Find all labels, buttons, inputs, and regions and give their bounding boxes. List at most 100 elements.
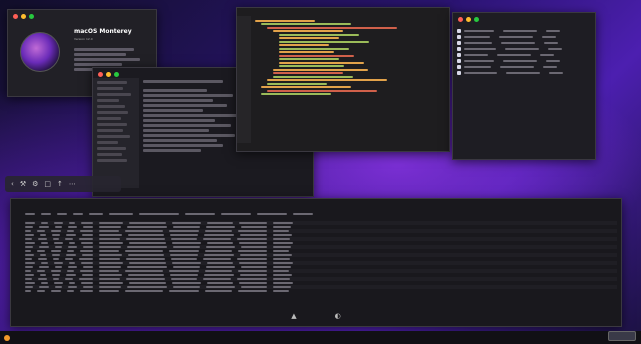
table-cell xyxy=(172,262,201,264)
table-cell xyxy=(69,282,75,284)
window-controls[interactable] xyxy=(98,72,119,77)
table-cell xyxy=(99,290,119,292)
list-item[interactable] xyxy=(457,41,591,45)
os-version: Version 12.0 xyxy=(74,37,93,41)
half-circle-icon[interactable]: ◐ xyxy=(335,312,341,320)
table-header[interactable] xyxy=(25,213,617,218)
table-cell xyxy=(273,238,290,240)
zoom-button[interactable] xyxy=(29,14,34,19)
code-editor-window[interactable] xyxy=(236,7,450,152)
sidebar[interactable] xyxy=(93,78,139,188)
line-gutter xyxy=(237,16,251,143)
list-item[interactable] xyxy=(457,47,591,51)
table-cell xyxy=(83,226,93,228)
table-cell xyxy=(25,242,35,244)
table-cell xyxy=(82,234,93,236)
list-item[interactable] xyxy=(457,53,591,57)
minimize-button[interactable] xyxy=(106,72,111,77)
share-icon[interactable]: ↑ xyxy=(57,180,63,188)
bottom-bar xyxy=(0,331,641,344)
process-table-window[interactable]: ▲ ◐ xyxy=(10,198,622,327)
table-cell xyxy=(207,262,233,264)
close-button[interactable] xyxy=(13,14,18,19)
table-body[interactable] xyxy=(25,221,617,302)
table-cell xyxy=(25,262,35,264)
minimize-button[interactable] xyxy=(466,17,471,22)
table-cell xyxy=(125,270,163,272)
table-cell xyxy=(67,290,74,292)
table-cell xyxy=(65,278,73,280)
file-icon xyxy=(457,41,461,45)
list-item[interactable] xyxy=(457,65,591,69)
table-cell xyxy=(39,246,49,248)
tools-icon[interactable]: ⚒ xyxy=(20,180,26,188)
file-icon xyxy=(457,65,461,69)
table-cell xyxy=(69,222,75,224)
minimize-button[interactable] xyxy=(21,14,26,19)
table-cell xyxy=(273,282,293,284)
table-cell xyxy=(99,282,123,284)
window-controls[interactable] xyxy=(458,17,479,22)
list-item[interactable] xyxy=(457,29,591,33)
table-cell xyxy=(207,282,233,284)
badge-icon[interactable] xyxy=(608,331,636,341)
window-controls[interactable] xyxy=(13,14,34,19)
table-cell xyxy=(68,266,77,268)
table-cell xyxy=(172,242,201,244)
finder-window[interactable] xyxy=(452,12,596,160)
table-cell xyxy=(99,226,121,228)
file-icon xyxy=(457,59,461,63)
table-row[interactable] xyxy=(25,289,617,293)
macos-logo-icon xyxy=(20,32,60,72)
table-cell xyxy=(273,234,292,236)
table-cell xyxy=(40,254,46,256)
table-cell xyxy=(79,238,93,240)
list-item[interactable] xyxy=(457,35,591,39)
table-cell xyxy=(52,274,60,276)
triangle-icon[interactable]: ▲ xyxy=(291,312,296,320)
table-cell xyxy=(240,254,267,256)
table-cell xyxy=(241,226,267,228)
trash-icon[interactable]: □ xyxy=(44,180,51,188)
table-cell xyxy=(25,226,33,228)
table-cell xyxy=(80,270,93,272)
gear-icon[interactable]: ⚙ xyxy=(32,180,38,188)
table-cell xyxy=(273,258,290,260)
table-cell xyxy=(79,278,93,280)
table-cell xyxy=(207,242,233,244)
table-cell xyxy=(273,242,293,244)
code-area[interactable] xyxy=(255,18,445,141)
close-button[interactable] xyxy=(98,72,103,77)
table-cell xyxy=(67,270,74,272)
table-cell xyxy=(54,242,63,244)
table-cell xyxy=(99,242,123,244)
table-cell xyxy=(83,266,93,268)
file-icon xyxy=(457,53,461,57)
zoom-button[interactable] xyxy=(114,72,119,77)
table-cell xyxy=(99,266,121,268)
close-button[interactable] xyxy=(458,17,463,22)
table-cell xyxy=(273,250,289,252)
zoom-button[interactable] xyxy=(474,17,479,22)
list-item[interactable] xyxy=(457,59,591,63)
back-icon[interactable]: ‹ xyxy=(11,180,14,188)
toolbar[interactable]: ‹ ⚒ ⚙ □ ↑ ⋯ xyxy=(5,176,121,192)
table-cell xyxy=(25,290,31,292)
table-cell xyxy=(25,230,31,232)
table-cell xyxy=(273,222,293,224)
table-footer[interactable]: ▲ ◐ xyxy=(11,312,621,320)
table-cell xyxy=(99,262,123,264)
table-cell xyxy=(126,278,165,280)
table-cell xyxy=(69,262,75,264)
table-cell xyxy=(241,266,267,268)
table-cell xyxy=(99,274,122,276)
more-icon[interactable]: ⋯ xyxy=(69,180,76,188)
table-cell xyxy=(125,250,163,252)
apple-icon[interactable] xyxy=(4,335,10,341)
table-cell xyxy=(37,230,45,232)
table-cell xyxy=(171,258,197,260)
table-cell xyxy=(129,262,166,264)
table-cell xyxy=(67,230,74,232)
list-item[interactable] xyxy=(457,71,591,75)
table-cell xyxy=(53,278,59,280)
